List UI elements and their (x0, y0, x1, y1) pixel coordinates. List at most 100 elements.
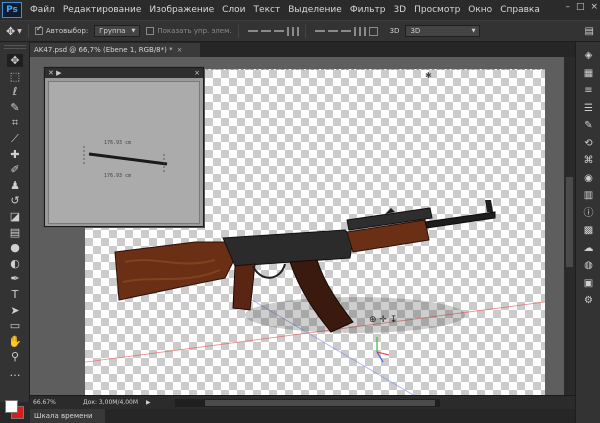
zoom-level[interactable]: 66.67% (30, 399, 75, 406)
menu-3d[interactable]: 3D (389, 5, 410, 15)
options-bar: ✥ ▼ Автовыбор: Группа ▼ Показать упр. эл… (0, 20, 600, 42)
horizontal-scroll-thumb[interactable] (205, 400, 435, 406)
dodge-tool[interactable]: ◐ (7, 257, 23, 270)
info-panel-icon[interactable]: ⓘ (582, 208, 595, 219)
brush-panel-icon[interactable]: ✎ (582, 120, 595, 131)
foreground-color-swatch[interactable] (5, 400, 18, 413)
menu-view[interactable]: Просмотр (410, 5, 464, 15)
eraser-tool[interactable]: ◪ (7, 210, 23, 223)
timeline-tab[interactable]: Шкала времени (30, 409, 105, 423)
align-top-icon[interactable] (247, 30, 258, 32)
menu-help[interactable]: Справка (496, 5, 544, 15)
rifle-grip (232, 263, 256, 311)
distribute-left-icon[interactable] (353, 26, 356, 36)
close-window-button[interactable]: × (590, 2, 598, 12)
zoom-tool[interactable]: ⚲ (7, 350, 23, 363)
brush-tool[interactable]: ✐ (7, 163, 23, 176)
auto-align-icon[interactable] (368, 26, 378, 36)
chevron-down-icon: ▼ (131, 28, 136, 34)
libraries-panel-icon[interactable]: ☁ (582, 243, 595, 254)
horizontal-scrollbar[interactable] (175, 399, 440, 407)
toolbar-grip[interactable] (4, 45, 26, 49)
align-bottom-icon[interactable] (273, 30, 284, 32)
hand-tool[interactable]: ✋ (7, 335, 23, 348)
pen-tool[interactable]: ✒ (7, 272, 23, 285)
camera-viewport: 176.93 cm 176.93 cm (48, 81, 200, 224)
swatches-panel-icon[interactable]: ▩ (582, 225, 595, 236)
vertical-scroll-thumb[interactable] (566, 177, 573, 267)
adjustments-panel-icon[interactable]: ≡ (582, 85, 595, 96)
distribute-vcenter-icon[interactable] (327, 30, 338, 32)
move-tool[interactable]: ✥ (7, 54, 23, 67)
align-right-icon[interactable] (296, 26, 299, 36)
align-middle-icon[interactable] (260, 30, 271, 32)
autoselect-checkbox[interactable]: Автовыбор: (34, 24, 88, 35)
show-transform-label: Показать упр. элем. (157, 27, 232, 35)
properties-panel-icon[interactable]: ☰ (582, 103, 595, 114)
color-panel-icon[interactable]: ◍ (582, 260, 595, 271)
lasso-tool[interactable]: ℓ (7, 85, 23, 98)
align-left-icon[interactable] (286, 26, 289, 36)
history-panel-icon[interactable]: ⟲ (582, 138, 595, 149)
rifle-shadow (245, 297, 465, 333)
gradient-tool[interactable]: ▤ (7, 226, 23, 239)
distribute-right-icon[interactable] (363, 26, 366, 36)
paths-panel-icon[interactable]: ⌘ (582, 155, 595, 166)
styles-panel-icon[interactable]: ▥ (582, 190, 595, 201)
menu-select[interactable]: Выделение (284, 5, 346, 15)
shape-tool[interactable]: ▭ (7, 319, 23, 332)
distribute-top-icon[interactable] (314, 30, 325, 32)
crop-tool[interactable]: ⌗ (7, 116, 23, 129)
more-tools[interactable]: … (7, 366, 23, 379)
3d-panel-icon[interactable]: ◈ (582, 50, 595, 61)
menu-filter[interactable]: Фильтр (346, 5, 390, 15)
menu-file[interactable]: Файл (26, 5, 59, 15)
autoselect-dropdown[interactable]: Группа ▼ (94, 25, 141, 37)
path-select-tool[interactable]: ➤ (7, 304, 23, 317)
stamp-tool[interactable]: ♟ (7, 179, 23, 192)
menu-type[interactable]: Текст (250, 5, 285, 15)
camera-icon[interactable]: ✕ ▶ (48, 69, 61, 77)
cube-panel-icon[interactable]: ▣ (582, 278, 595, 289)
secondary-camera-view[interactable]: ✕ ▶ × 176.93 cm 176.93 cm (44, 67, 204, 227)
rifle-barrel (424, 211, 496, 229)
status-menu-arrow[interactable]: ▶ (146, 399, 151, 406)
vertical-scrollbar[interactable] (564, 57, 575, 395)
menu-image[interactable]: Изображение (145, 5, 218, 15)
document-tab[interactable]: AK47.psd @ 66,7% (Ebene 1, RGB/8*) * × (30, 43, 200, 57)
channels-panel-icon[interactable]: ◉ (582, 173, 595, 184)
distribute-hcenter-icon[interactable] (358, 26, 361, 36)
window-controls: – □ × (565, 2, 598, 12)
type-tool[interactable]: T (7, 288, 23, 301)
workspace-icon: ▤ (584, 25, 594, 37)
distribute-bottom-icon[interactable] (340, 30, 351, 32)
workspace-switcher[interactable]: ▤ (585, 26, 594, 37)
menu-edit[interactable]: Редактирование (59, 5, 146, 15)
camera-close-icon[interactable]: × (194, 69, 200, 77)
camera-view-header[interactable]: ✕ ▶ × (45, 68, 203, 78)
layers-panel-icon[interactable]: ▦ (582, 68, 595, 79)
healing-tool[interactable]: ✚ (7, 148, 23, 161)
history-brush-tool[interactable]: ↺ (7, 194, 23, 207)
align-center-icon[interactable] (291, 26, 294, 36)
quick-select-tool[interactable]: ✎ (7, 101, 23, 114)
eyedropper-tool[interactable]: ⟋ (7, 132, 23, 145)
svg-text:⊕ ✛ ↧: ⊕ ✛ ↧ (369, 315, 397, 325)
show-transform-checkbox[interactable]: Показать упр. элем. (146, 27, 232, 35)
canvas-area[interactable]: ⊕ ✛ ↧ ✱ ✕ ▶ × 176.93 cm 176.93 cm (30, 57, 564, 395)
checkbox-icon (146, 27, 155, 35)
photoshop-window: Ps Файл Редактирование Изображение Слои … (0, 0, 600, 423)
camera-dim-top: 176.93 cm (104, 140, 131, 146)
marquee-tool[interactable]: ⬚ (7, 70, 23, 83)
close-tab-icon[interactable]: × (177, 46, 183, 54)
divider (27, 24, 29, 38)
menu-layers[interactable]: Слои (218, 5, 249, 15)
blur-tool[interactable]: ● (7, 241, 23, 254)
actions-panel-icon[interactable]: ⚙ (582, 295, 595, 306)
3d-mode-dropdown[interactable]: 3D ▼ (405, 25, 481, 37)
tools-panel: ✥ ⬚ ℓ ✎ ⌗ ⟋ ✚ ✐ ♟ ↺ ◪ ▤ ● ◐ ✒ T ➤ ▭ ✋ ⚲ … (0, 42, 30, 419)
minimize-button[interactable]: – (565, 2, 570, 12)
tool-preset-picker[interactable]: ✥ ▼ (6, 25, 22, 38)
menu-window[interactable]: Окно (464, 5, 496, 15)
maximize-button[interactable]: □ (576, 2, 585, 12)
